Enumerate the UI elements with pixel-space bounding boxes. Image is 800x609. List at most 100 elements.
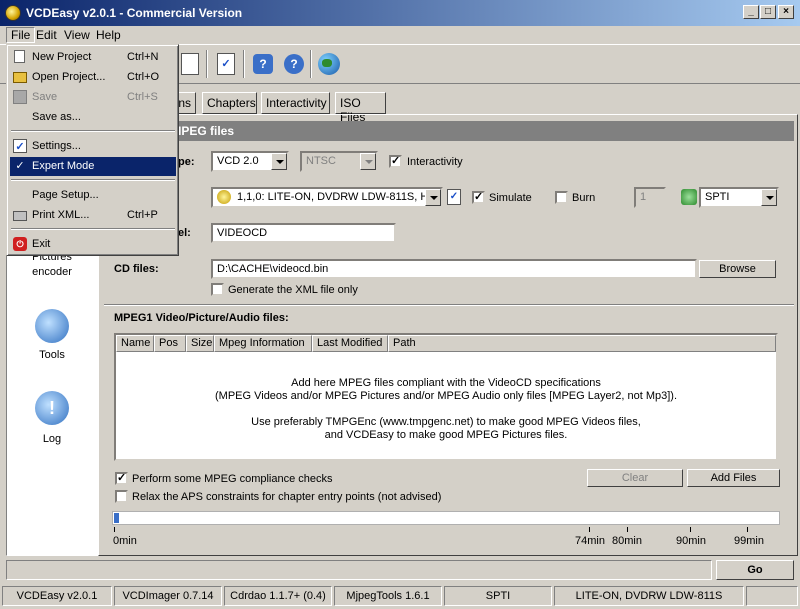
tick-mark <box>747 527 748 532</box>
globe-icon <box>318 53 340 75</box>
cd-files-label: CD files: <box>114 263 159 275</box>
menu-view[interactable]: View <box>60 28 94 42</box>
toolbar-separator <box>243 50 245 78</box>
chevron-down-icon[interactable] <box>271 153 287 170</box>
help-circle-icon: ? <box>284 54 304 74</box>
column-header-name[interactable]: Name <box>116 335 154 352</box>
printer-icon <box>13 211 27 221</box>
menu-item-save-as[interactable]: Save as... <box>10 108 176 127</box>
menu-bar: File Edit View Help <box>0 26 800 44</box>
menu-help[interactable]: Help <box>92 28 125 42</box>
drive-info-icon[interactable]: ✓ <box>447 189 461 205</box>
divider <box>104 304 794 306</box>
menu-label: Save as... <box>32 111 81 123</box>
tools-icon[interactable] <box>35 309 69 343</box>
website-button[interactable] <box>315 50 343 78</box>
tools-label[interactable]: Tools <box>7 349 97 361</box>
tab-chapters[interactable]: Chapters <box>202 92 257 114</box>
menu-label: Settings... <box>32 140 81 152</box>
tick-90min: 90min <box>676 535 706 547</box>
interactivity-checkbox[interactable] <box>389 155 402 168</box>
copies-value: 1 <box>640 191 647 203</box>
status-vcdeasy: VCDEasy v2.0.1 <box>2 586 112 606</box>
burn-checkbox[interactable] <box>555 191 568 204</box>
tab-interactivity[interactable]: Interactivity <box>261 92 330 114</box>
browse-button[interactable]: Browse <box>699 260 776 278</box>
burn-label: Burn <box>572 192 596 204</box>
toolbar-separator <box>310 50 312 78</box>
menu-separator <box>11 179 175 181</box>
checklist-icon: ✓ <box>13 139 27 153</box>
capacity-track <box>112 511 780 525</box>
tv-standard-value: NTSC <box>306 155 336 167</box>
clipboard-icon <box>181 53 199 75</box>
chevron-down-icon <box>360 153 376 170</box>
column-header-mpeg-information[interactable]: Mpeg Information <box>214 335 312 352</box>
menu-separator <box>11 228 175 230</box>
tick-mark <box>627 527 628 532</box>
vcd-type-label: pe: <box>178 156 195 168</box>
menu-label: Exit <box>32 238 51 250</box>
cd-file-path-input[interactable]: D:\CACHE\videocd.bin <box>211 259 697 279</box>
paste-button[interactable] <box>176 50 204 78</box>
xml-only-checkbox[interactable] <box>211 283 224 296</box>
tick-0min: 0min <box>113 535 137 547</box>
maximize-button[interactable]: □ <box>760 5 776 19</box>
tick-80min: 80min <box>612 535 642 547</box>
log-label[interactable]: Log <box>7 433 97 445</box>
mpeg-files-list[interactable]: Name Pos Size Mpeg Information Last Modi… <box>114 333 778 461</box>
aps-checkbox[interactable] <box>115 490 128 503</box>
title-bar: VCDEasy v2.0.1 - Commercial Version _ □ … <box>0 0 800 26</box>
menu-edit[interactable]: Edit <box>32 28 61 42</box>
tick-mark <box>114 527 115 532</box>
menu-item-page-setup[interactable]: Page Setup... <box>10 186 176 205</box>
menu-item-open-project[interactable]: Open Project... Ctrl+O <box>10 68 176 87</box>
clear-button[interactable]: Clear <box>587 469 683 487</box>
status-vcdimager: VCDImager 0.7.14 <box>114 586 222 606</box>
interface-select[interactable]: SPTI <box>699 187 779 208</box>
column-header-last-modified[interactable]: Last Modified <box>312 335 388 352</box>
check-button[interactable]: ✓ <box>212 50 240 78</box>
drive-value: 1,1,0: LITE-ON, DVDRW LDW-811S, HS <box>237 191 436 203</box>
drive-select[interactable]: 1,1,0: LITE-ON, DVDRW LDW-811S, HS <box>211 187 443 208</box>
column-header-size[interactable]: Size <box>186 335 214 352</box>
menu-item-settings[interactable]: ✓ Settings... <box>10 137 176 156</box>
simulate-checkbox[interactable] <box>472 191 485 204</box>
interface-value: SPTI <box>705 191 730 203</box>
menu-label: Print XML... <box>32 209 90 221</box>
add-files-button[interactable]: Add Files <box>687 469 780 487</box>
menu-shortcut: Ctrl+O <box>127 71 160 83</box>
about-button[interactable]: ? <box>280 50 308 78</box>
status-mjpegtools: MjpegTools 1.6.1 <box>334 586 442 606</box>
column-header-path[interactable]: Path <box>388 335 776 352</box>
menu-file[interactable]: File <box>6 27 36 43</box>
go-button[interactable]: Go <box>716 560 794 580</box>
minimize-button[interactable]: _ <box>743 5 759 19</box>
help-book-button[interactable]: ? <box>249 50 277 78</box>
window-title: VCDEasy v2.0.1 - Commercial Version <box>26 6 243 20</box>
cd-icon <box>217 190 231 204</box>
chevron-down-icon[interactable] <box>761 189 777 206</box>
menu-item-save: Save Ctrl+S <box>10 88 176 107</box>
tick-mark <box>589 527 590 532</box>
menu-item-new-project[interactable]: New Project Ctrl+N <box>10 48 176 67</box>
info-icon[interactable]: ! <box>35 391 69 425</box>
pictures-encoder-label-2[interactable]: encoder <box>7 266 97 278</box>
save-icon <box>13 90 27 104</box>
menu-item-exit[interactable]: ⏻ Exit <box>10 235 176 254</box>
compliance-checkbox[interactable] <box>115 472 128 485</box>
chevron-down-icon[interactable] <box>425 189 441 206</box>
progress-bar <box>6 560 712 580</box>
menu-label: New Project <box>32 51 92 63</box>
copies-spinner: 1 <box>634 187 666 208</box>
menu-item-print-xml[interactable]: Print XML... Ctrl+P <box>10 206 176 225</box>
simulate-label: Simulate <box>489 192 532 204</box>
interactivity-label: Interactivity <box>407 156 463 168</box>
close-button[interactable]: × <box>778 5 794 19</box>
tab-iso-files[interactable]: ISO Files <box>335 92 386 124</box>
menu-item-expert-mode[interactable]: ✓ Expert Mode <box>10 157 176 176</box>
column-header-pos[interactable]: Pos <box>154 335 186 352</box>
menu-shortcut: Ctrl+P <box>127 209 158 221</box>
volume-label-input[interactable]: VIDEOCD <box>211 223 396 243</box>
vcd-type-select[interactable]: VCD 2.0 <box>211 151 289 172</box>
